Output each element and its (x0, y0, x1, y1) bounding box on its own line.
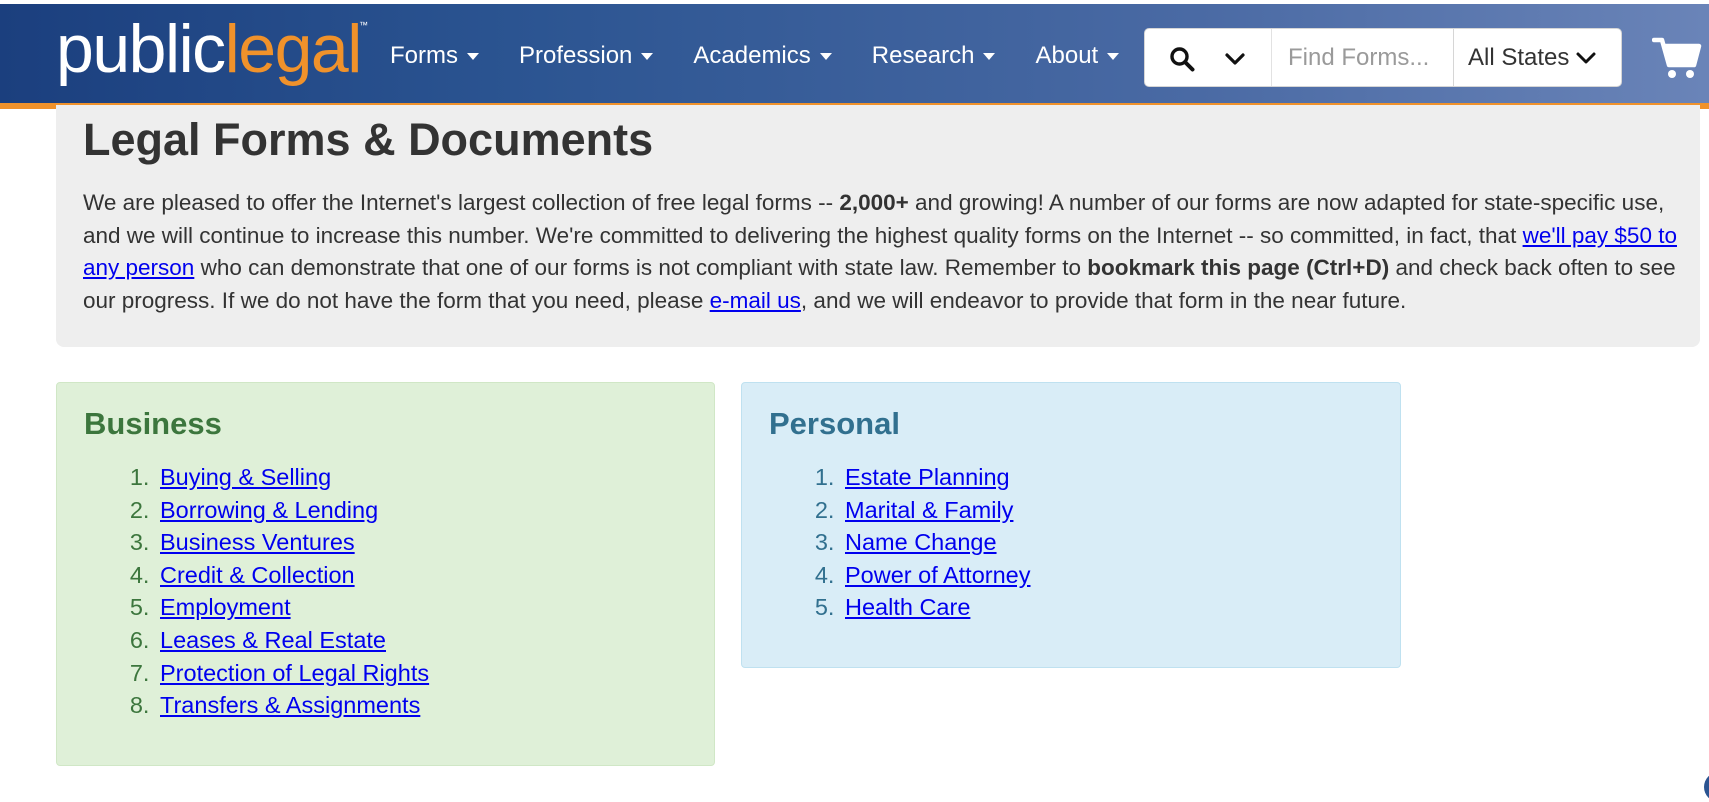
caret-down-icon (467, 52, 479, 60)
bookmark-text: bookmark this page (Ctrl+D) (1087, 255, 1390, 280)
search-icon[interactable] (1169, 46, 1195, 72)
business-link[interactable]: Leases & Real Estate (160, 627, 386, 653)
forms-count: 2,000+ (839, 190, 909, 215)
caret-down-icon (819, 52, 832, 60)
nav-forms-label: Forms (390, 42, 458, 69)
chat-widget-button[interactable] (1704, 772, 1709, 802)
list-item: Health Care (841, 591, 1031, 624)
business-link[interactable]: Transfers & Assignments (160, 692, 420, 718)
business-link[interactable]: Employment (160, 594, 291, 620)
intro-text-5: , and we will endeavor to provide that f… (800, 287, 1407, 313)
personal-link[interactable]: Estate Planning (845, 464, 1010, 490)
business-link[interactable]: Protection of Legal Rights (160, 660, 429, 686)
nav-about-label: About (1035, 42, 1099, 69)
logo-public: public (56, 11, 226, 87)
business-link[interactable]: Credit & Collection (160, 562, 355, 588)
business-panel: Business Buying & Selling Borrowing & Le… (56, 382, 715, 766)
nav-academics-label: Academics (693, 42, 811, 69)
nav-academics[interactable]: Academics (693, 42, 832, 70)
search-bar: All States (1144, 28, 1622, 87)
list-item: Leases & Real Estate (156, 624, 429, 657)
business-list: Buying & Selling Borrowing & Lending Bus… (156, 461, 429, 722)
state-select[interactable]: All States (1453, 29, 1621, 86)
list-item: Marital & Family (841, 494, 1031, 527)
personal-list: Estate Planning Marital & Family Name Ch… (841, 461, 1031, 624)
personal-link[interactable]: Power of Attorney (845, 562, 1031, 588)
nav-research-label: Research (871, 42, 975, 69)
business-heading: Business (84, 406, 222, 441)
cart-icon[interactable] (1652, 34, 1702, 80)
list-item: Employment (156, 591, 429, 624)
list-item: Transfers & Assignments (156, 689, 429, 722)
intro-text: We are pleased to offer the Internet's l… (83, 187, 1693, 317)
chevron-down-icon (1576, 52, 1596, 63)
chevron-down-icon[interactable] (1223, 49, 1247, 69)
list-item: Protection of Legal Rights (156, 657, 429, 690)
list-item: Power of Attorney (841, 559, 1031, 592)
business-link[interactable]: Borrowing & Lending (160, 497, 378, 523)
email-us-link[interactable]: e-mail us (710, 288, 801, 313)
caret-down-icon (1107, 52, 1120, 60)
list-item: Estate Planning (841, 461, 1031, 494)
logo-trademark: ™ (359, 20, 368, 30)
list-item: Name Change (841, 526, 1031, 559)
caret-down-icon (641, 52, 654, 60)
intro-text-1: We are pleased to offer the Internet's l… (83, 190, 840, 215)
list-item: Borrowing & Lending (156, 494, 429, 527)
nav-forms[interactable]: Forms (390, 42, 479, 70)
intro-text-3: who can demonstrate that one of our form… (194, 255, 1088, 280)
state-select-value: All States (1468, 43, 1570, 71)
logo-legal: legal (224, 11, 363, 87)
nav-research[interactable]: Research (872, 42, 996, 70)
personal-link[interactable]: Health Care (845, 594, 970, 620)
personal-link[interactable]: Name Change (845, 529, 997, 555)
list-item: Buying & Selling (156, 461, 429, 494)
personal-link[interactable]: Marital & Family (845, 497, 1013, 523)
caret-down-icon (983, 52, 996, 60)
main-nav: Forms Profession Academics Research Abou… (390, 42, 1159, 70)
list-item: Business Ventures (156, 526, 429, 559)
business-link[interactable]: Buying & Selling (160, 464, 331, 490)
nav-profession-label: Profession (519, 42, 633, 69)
page-title: Legal Forms & Documents (83, 114, 654, 165)
site-logo[interactable]: publiclegal ™ (56, 15, 368, 83)
personal-panel: Personal Estate Planning Marital & Famil… (741, 382, 1401, 668)
nav-profession[interactable]: Profession (519, 42, 654, 70)
business-link[interactable]: Business Ventures (160, 529, 355, 555)
site-header: publiclegal ™ Forms Profession Academics… (0, 4, 1709, 109)
list-item: Credit & Collection (156, 559, 429, 592)
intro-panel: Legal Forms & Documents We are pleased t… (56, 105, 1700, 347)
personal-heading: Personal (769, 406, 900, 441)
nav-about[interactable]: About (1035, 42, 1120, 70)
search-input[interactable] (1271, 29, 1454, 86)
